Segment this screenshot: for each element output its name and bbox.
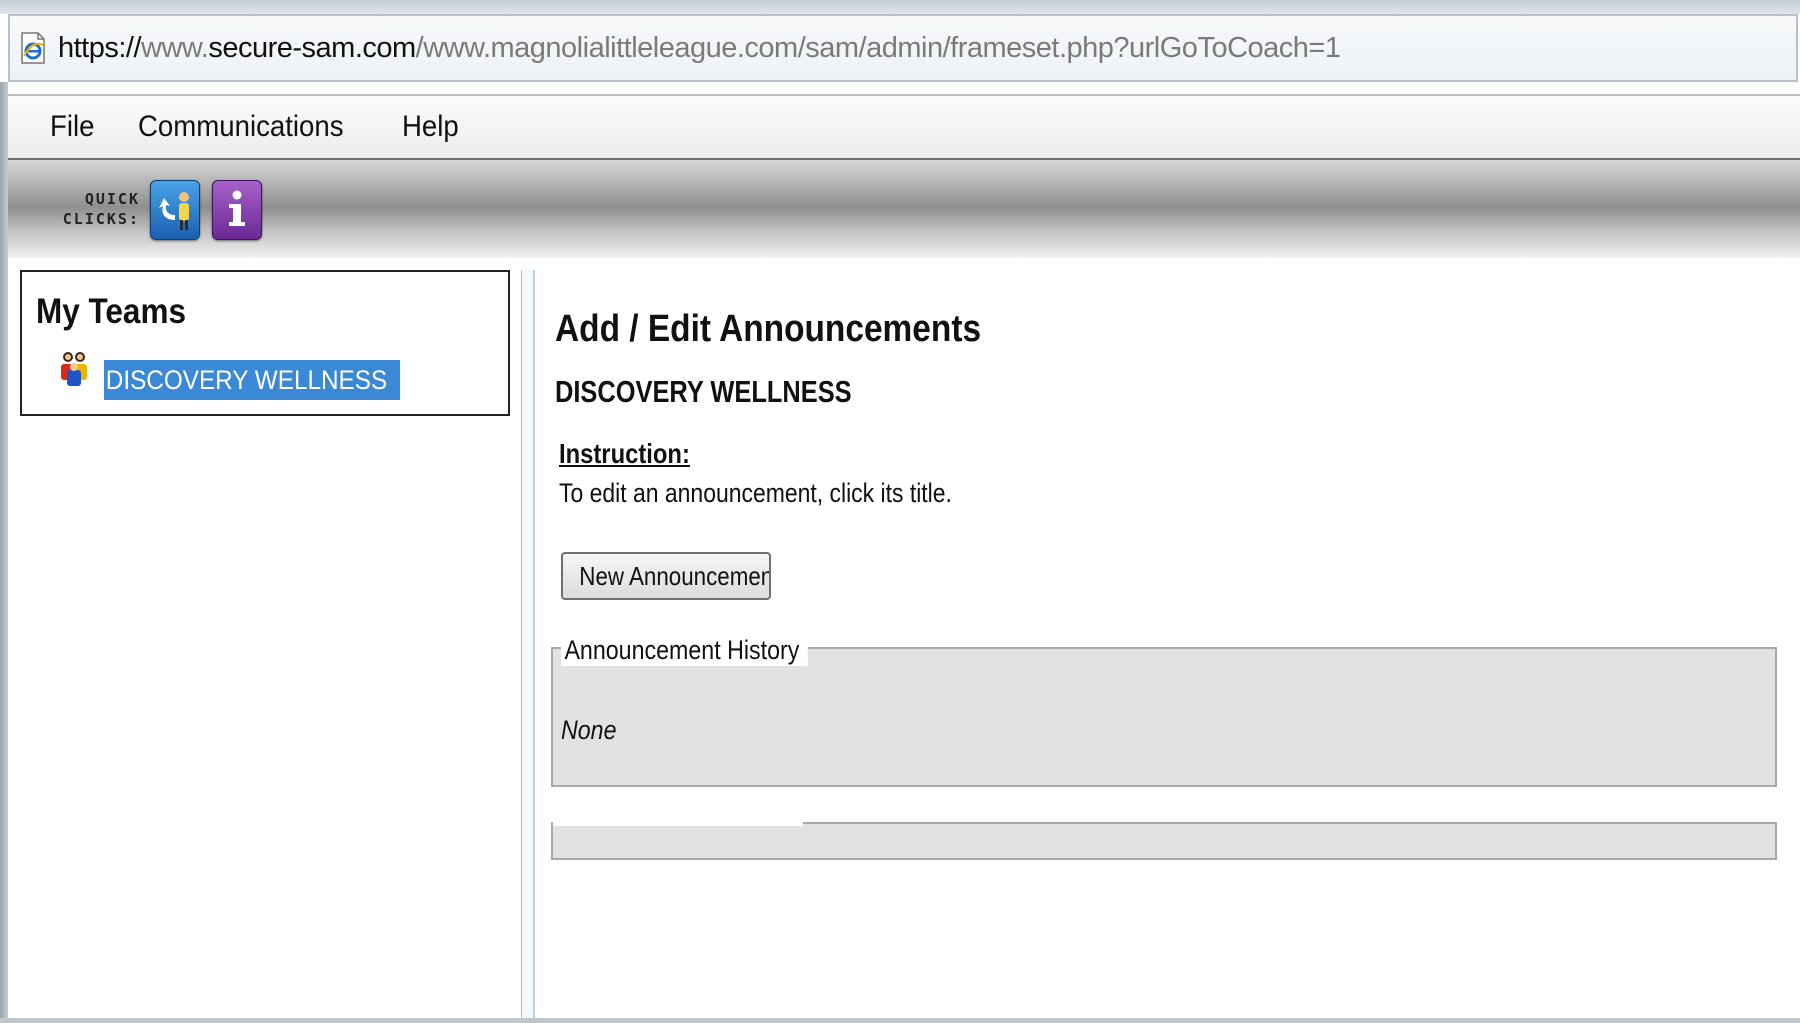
announcement-history-fieldset: Announcement History None: [551, 635, 1777, 787]
instruction-text: To edit an announcement, click its title…: [559, 478, 952, 508]
new-announcement-label: New Announcement: [579, 560, 771, 591]
empty-fieldset: [551, 822, 1777, 860]
url-text[interactable]: https://www.secure-sam.com/www.magnolial…: [58, 31, 1341, 65]
menu-help[interactable]: Help: [402, 110, 459, 144]
url-scheme: https://: [58, 31, 142, 64]
window-top-edge: [0, 0, 1800, 14]
window-bottom-edge: [0, 1018, 1800, 1023]
my-teams-panel: My Teams DISCOVERY WELLNESS: [20, 270, 510, 416]
menu-file[interactable]: File: [50, 110, 94, 144]
history-empty-text: None: [561, 715, 617, 745]
url-host: secure-sam.com: [208, 31, 416, 64]
team-people-icon: [58, 350, 90, 388]
frame-divider[interactable]: [521, 270, 535, 1023]
fieldset-legend-gap: [553, 822, 803, 826]
address-bar[interactable]: https://www.secure-sam.com/www.magnolial…: [8, 14, 1798, 82]
url-host-prefix: www.: [141, 31, 209, 64]
quick-clicks-label: QUICK CLICKS:: [60, 189, 140, 229]
coach-back-button[interactable]: [150, 180, 200, 240]
new-announcement-button[interactable]: New Announcement: [561, 552, 771, 600]
team-link-discovery-wellness[interactable]: DISCOVERY WELLNESS: [104, 360, 400, 400]
info-button[interactable]: [212, 180, 262, 240]
info-icon: [229, 190, 245, 226]
url-path: /www.magnolialittleleague.com/sam/admin/…: [415, 31, 1341, 64]
team-name-heading: DISCOVERY WELLNESS: [555, 374, 852, 409]
quick-label-line1: QUICK: [84, 190, 140, 208]
frame-left-edge: [0, 82, 8, 1023]
page-title: Add / Edit Announcements: [555, 308, 982, 350]
menu-communications[interactable]: Communications: [138, 110, 344, 144]
instruction-label: Instruction:: [559, 438, 690, 469]
quick-clicks-toolbar: QUICK CLICKS:: [8, 160, 1800, 258]
announcement-history-legend: Announcement History: [561, 635, 808, 666]
coach-back-icon: [159, 192, 189, 230]
menu-bar: File Communications Help: [8, 94, 1800, 160]
ie-page-icon: [20, 31, 46, 65]
quick-label-line2: CLICKS:: [62, 210, 140, 228]
my-teams-title: My Teams: [36, 292, 186, 331]
